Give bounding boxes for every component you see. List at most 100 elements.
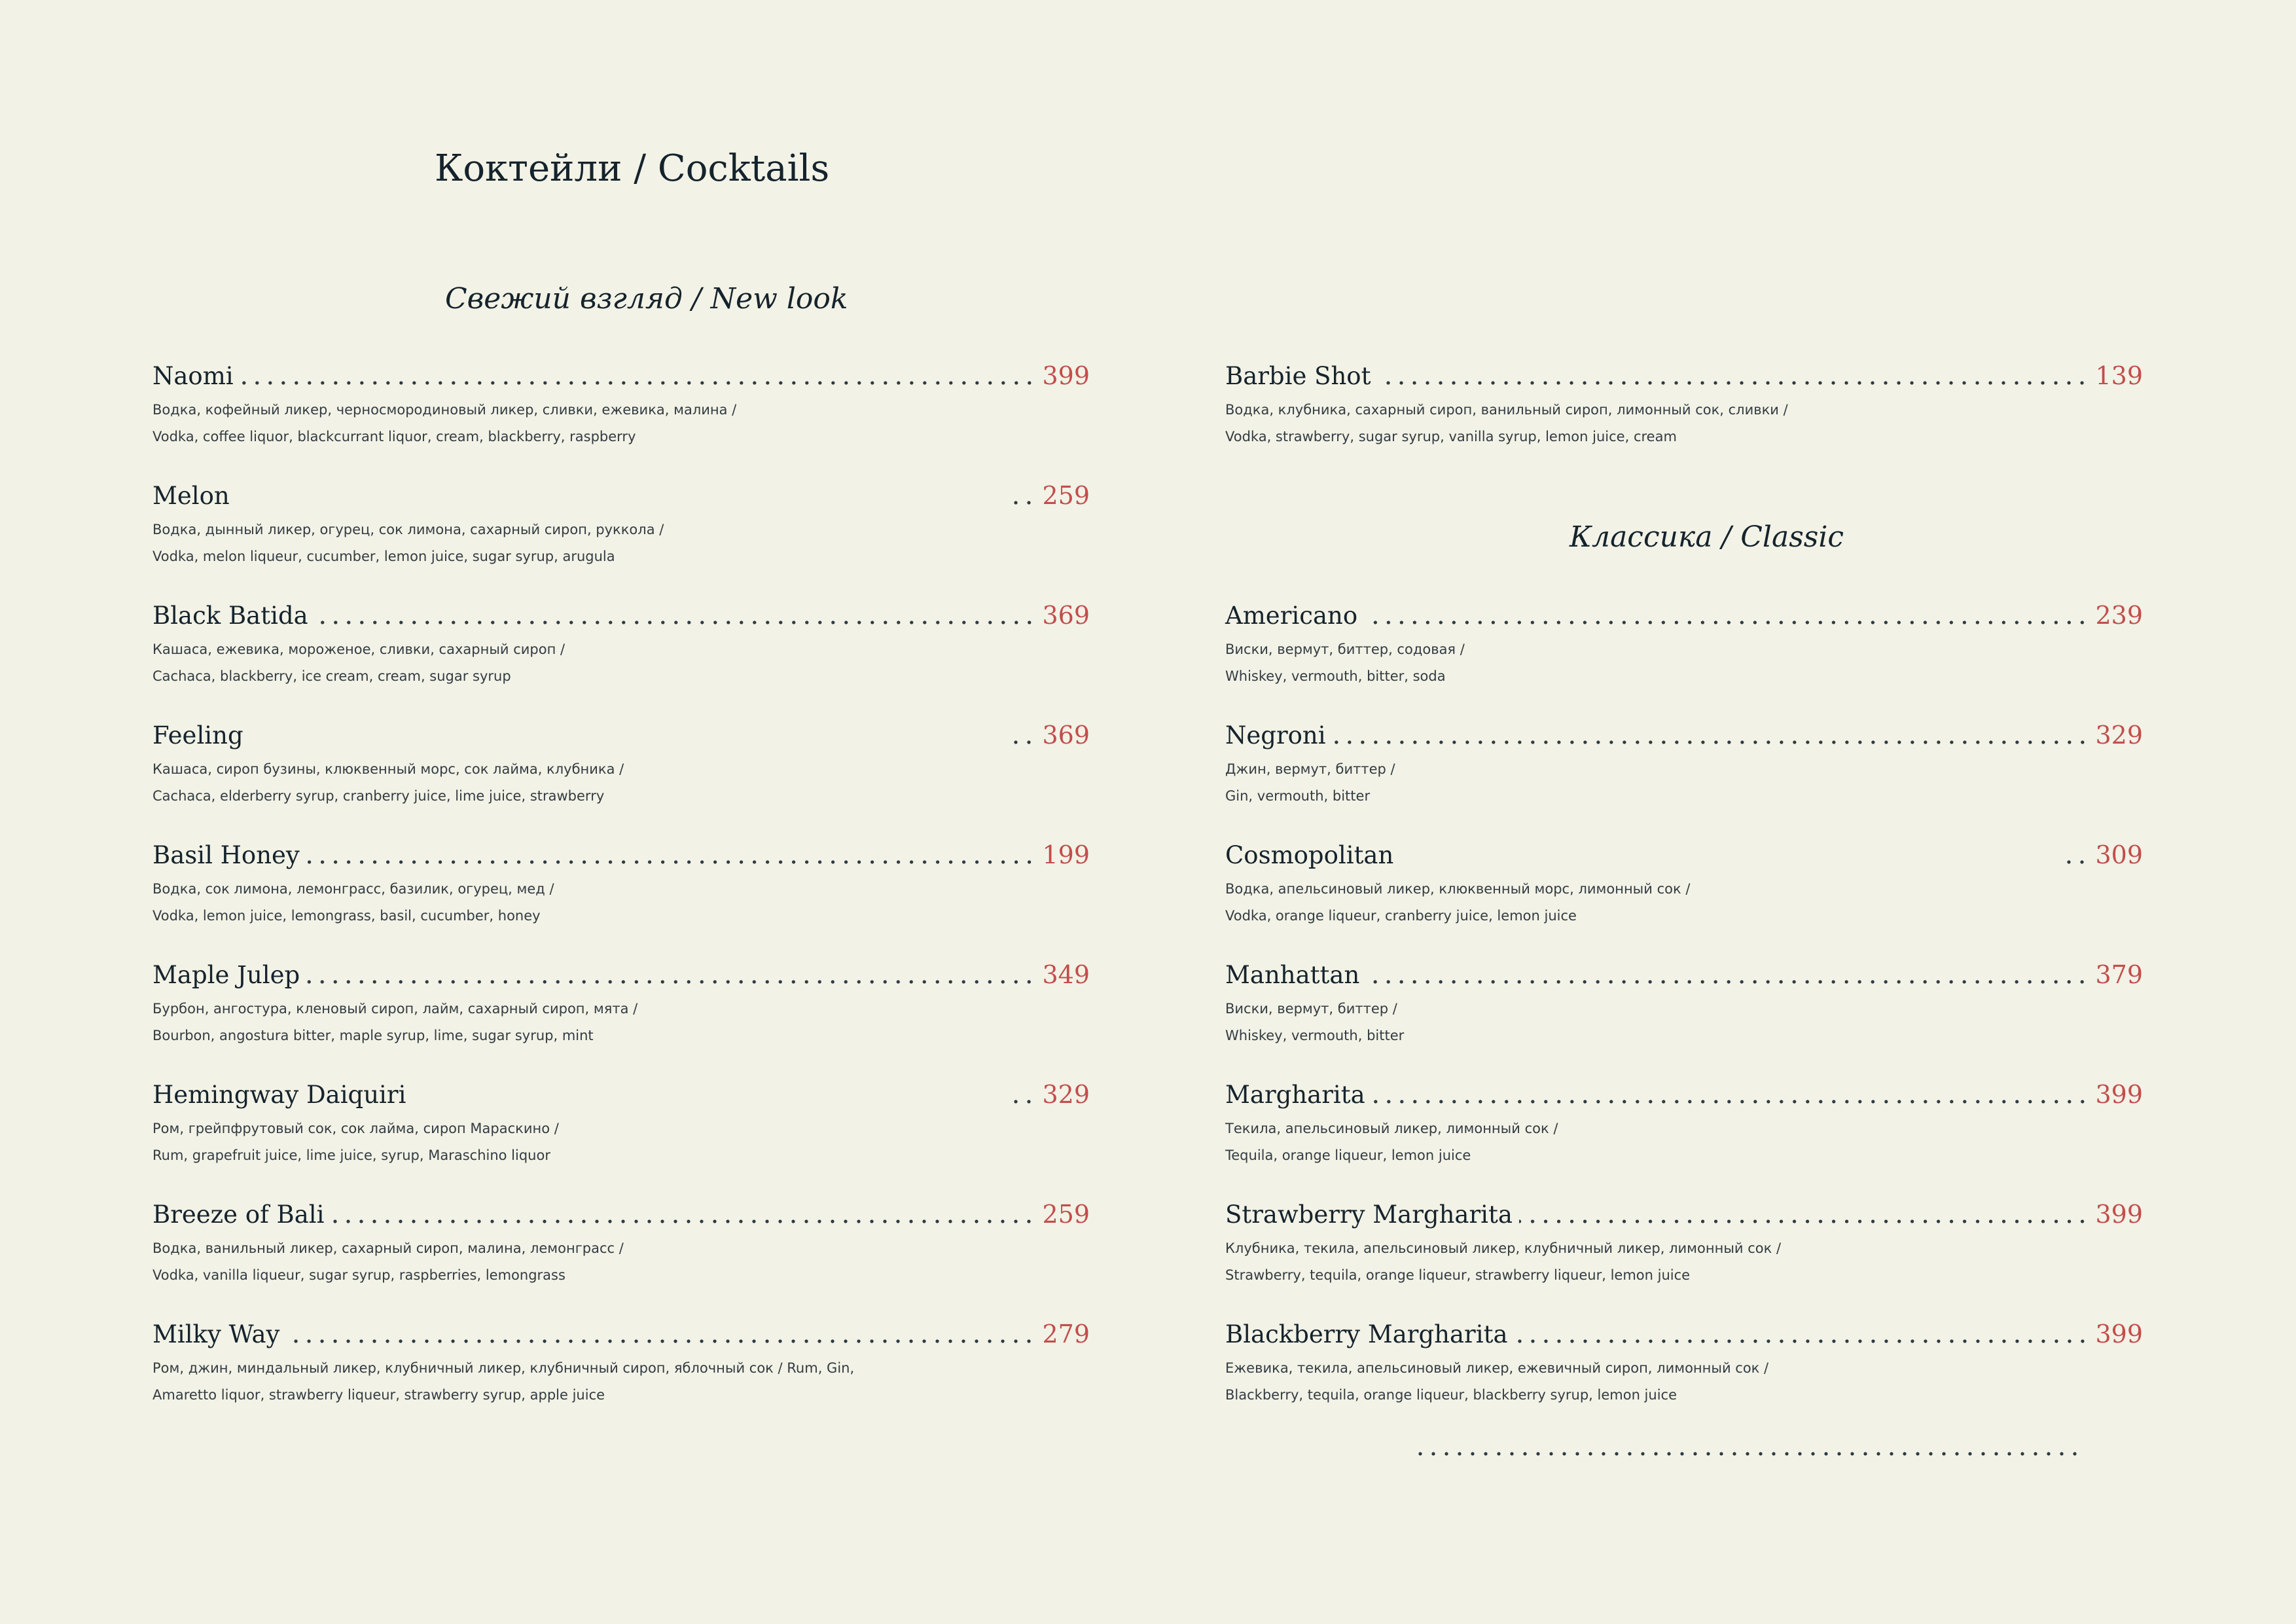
item-name: Blackberry Margharita [1225,1320,1508,1348]
item-description: Водка, сок лимона, лемонграсс, базилик, … [152,876,1090,929]
item-description: Водка, клубника, сахарный сироп, ванильн… [1225,397,2143,450]
item-name: Americano [1225,602,1358,630]
menu-item: Breeze of Bali 259 Водка, ванильный лике… [152,1196,1090,1289]
dot-leader [1514,1339,2089,1343]
item-description: Бурбон, ангостура, кленовый сироп, лайм,… [152,996,1090,1049]
dot-leader [1009,1100,1036,1104]
item-price: 399 [2095,1200,2143,1229]
dot-leader [1332,740,2089,744]
item-name: Basil Honey [152,841,300,869]
item-description: Клубника, текила, апельсиновый ликер, кл… [1225,1235,2143,1289]
item-description-ru: Виски, вермут, биттер, содовая / [1225,641,1465,657]
item-description: Водка, ванильный ликер, сахарный сироп, … [152,1235,1090,1289]
item-description-ru: Кашаса, ежевика, мороженое, сливки, саха… [152,641,565,657]
item-description-ru: Джин, вермут, биттер / [1225,761,1395,777]
item-description-en: Gin, vermouth, bitter [1225,788,1371,804]
item-description: Водка, апельсиновый ликер, клюквенный мо… [1225,876,2143,929]
item-description-en: Vodka, orange liqueur, cranberry juice, … [1225,908,1577,924]
item-price: 199 [1042,840,1090,869]
item-description-en: Amaretto liquor, strawberry liqueur, str… [152,1387,605,1403]
dot-leader [314,621,1036,624]
menu-item: Blackberry Margharita 399 Ежевика, текил… [1225,1316,2143,1409]
menu-item: Negroni 329 Джин, вермут, биттер / Gin, … [1225,717,2143,810]
dot-leader [1518,1219,2089,1223]
dot-leader [306,860,1036,864]
dot-leader [2062,860,2089,864]
item-name: Feeling [152,721,243,749]
section-title-new-look: Свежий взгляд / New look [445,282,848,316]
item-description: Водка, дынный ликер, огурец, сок лимона,… [152,516,1090,570]
item-description: Кашаса, сироп бузины, клюквенный морс, с… [152,756,1090,810]
menu-item: Cosmopolitan 309 Водка, апельсиновый лик… [1225,837,2143,929]
item-price: 399 [2095,1080,2143,1109]
item-description: Кашаса, ежевика, мороженое, сливки, саха… [152,636,1090,690]
item-price: 329 [1042,1080,1090,1109]
dot-leader [1366,980,2089,984]
item-description-en: Whiskey, vermouth, bitter [1225,1028,1405,1043]
dot-leader [1009,740,1036,744]
dot-leader [306,980,1036,984]
menu-item: Barbie Shot 139 Водка, клубника, сахарны… [1225,357,2143,450]
menu-item: Margharita 399 Текила, апельсиновый лике… [1225,1076,2143,1169]
item-description-ru: Текила, апельсиновый ликер, лимонный сок… [1225,1121,1558,1136]
item-name: Margharita [1225,1081,1365,1109]
page-title: Коктейли / Cocktails [435,147,830,190]
item-description-ru: Бурбон, ангостура, кленовый сироп, лайм,… [152,1001,638,1017]
dot-leader [240,381,1036,385]
item-description: Виски, вермут, биттер / Whiskey, vermout… [1225,996,2143,1049]
item-name: Milky Way [152,1320,280,1348]
item-description-en: Strawberry, tequila, orange liqueur, str… [1225,1267,1691,1283]
item-name: Black Batida [152,602,308,630]
item-description: Джин, вермут, биттер / Gin, vermouth, bi… [1225,756,2143,810]
menu-item: Melon 259 Водка, дынный ликер, огурец, с… [152,477,1090,570]
item-name: Manhattan [1225,961,1360,989]
menu-item: Black Batida 369 Кашаса, ежевика, мороже… [152,597,1090,690]
item-description: Ежевика, текила, апельсиновый ликер, еже… [1225,1355,2143,1409]
item-price: 379 [2095,960,2143,989]
item-name: Maple Julep [152,961,300,989]
item-price: 329 [2095,721,2143,749]
item-description-en: Vodka, lemon juice, lemongrass, basil, c… [152,908,541,924]
item-description-en: Cachaca, blackberry, ice cream, cream, s… [152,668,511,684]
item-description-ru: Ром, джин, миндальный ликер, клубничный … [152,1360,855,1376]
dot-leader [1364,621,2089,624]
item-description-en: Bourbon, angostura bitter, maple syrup, … [152,1028,594,1043]
item-name: Breeze of Bali [152,1200,325,1229]
item-description-en: Cachaca, elderberry syrup, cranberry jui… [152,788,605,804]
dot-leader [286,1339,1036,1343]
item-description-en: Vodka, melon liqueur, cucumber, lemon ju… [152,549,615,564]
menu-item: Hemingway Daiquiri 329 Ром, грейпфрутовы… [152,1076,1090,1169]
item-description-ru: Виски, вермут, биттер / [1225,1001,1397,1017]
item-description-ru: Ежевика, текила, апельсиновый ликер, еже… [1225,1360,1769,1376]
dot-leader [1414,1452,2083,1456]
menu-item: Basil Honey 199 Водка, сок лимона, лемон… [152,837,1090,929]
menu-item: Feeling 369 Кашаса, сироп бузины, клюкве… [152,717,1090,810]
item-price: 399 [1042,361,1090,390]
item-description-ru: Водка, кофейный ликер, черносмородиновый… [152,402,737,418]
dot-leader [1377,381,2089,385]
item-name: Strawberry Margharita [1225,1200,1513,1229]
item-name: Naomi [152,362,234,390]
item-name: Hemingway Daiquiri [152,1081,406,1109]
item-price: 259 [1042,481,1090,510]
item-price: 259 [1042,1200,1090,1229]
item-description: Ром, джин, миндальный ликер, клубничный … [152,1355,1090,1409]
item-description-ru: Водка, дынный ликер, огурец, сок лимона,… [152,522,664,537]
item-description: Текила, апельсиновый ликер, лимонный сок… [1225,1115,2143,1169]
item-description-en: Whiskey, vermouth, bitter, soda [1225,668,1446,684]
item-description-ru: Клубника, текила, апельсиновый ликер, кл… [1225,1240,1782,1256]
item-price: 239 [2095,601,2143,630]
item-description-en: Blackberry, tequila, orange liqueur, bla… [1225,1387,1677,1403]
item-description-ru: Ром, грейпфрутовый сок, сок лайма, сироп… [152,1121,559,1136]
item-price: 399 [2095,1320,2143,1348]
item-name: Barbie Shot [1225,362,1371,390]
menu-item: Naomi 399 Водка, кофейный ликер, черносм… [152,357,1090,450]
item-description-ru: Водка, ванильный ликер, сахарный сироп, … [152,1240,624,1256]
item-name: Melon [152,482,230,510]
item-description: Ром, грейпфрутовый сок, сок лайма, сироп… [152,1115,1090,1169]
item-description-en: Vodka, vanilla liqueur, sugar syrup, ras… [152,1267,565,1283]
menu-item: Strawberry Margharita 399 Клубника, теки… [1225,1196,2143,1289]
item-name: Cosmopolitan [1225,841,1394,869]
item-description-en: Vodka, strawberry, sugar syrup, vanilla … [1225,429,1677,444]
menu-item: Americano 239 Виски, вермут, биттер, сод… [1225,597,2143,690]
